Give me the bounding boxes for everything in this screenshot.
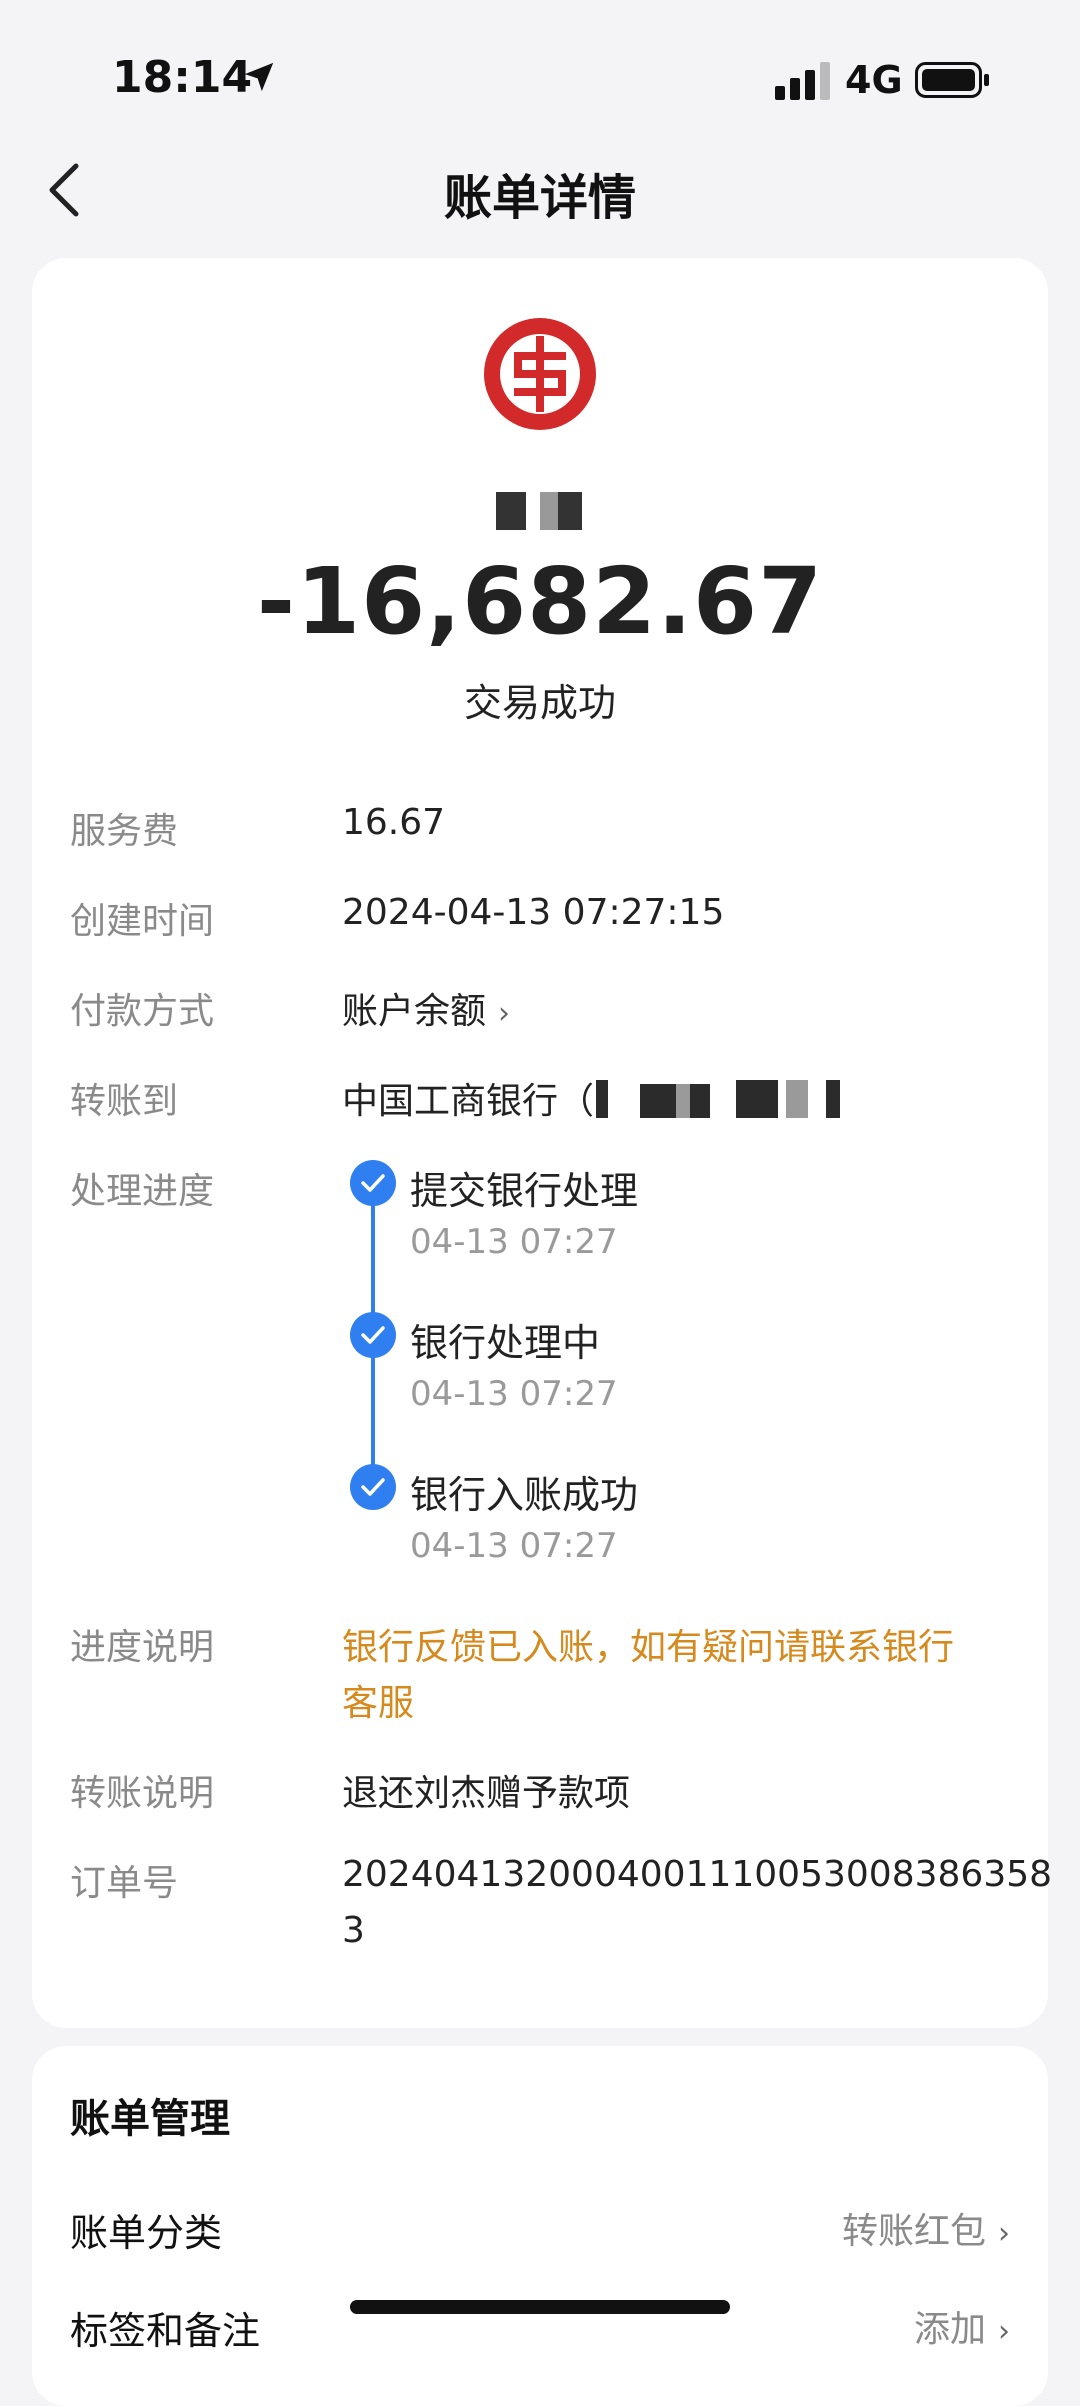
transaction-status: 交易成功 [463,681,616,725]
created-time-label: 创建时间 [70,901,215,942]
step-title: 银行入账成功 [410,1473,639,1517]
transfer-to-label: 转账到 [70,1081,179,1122]
status-time: 18:14 [112,52,253,103]
payee-name-redacted [492,492,592,532]
payment-method-link[interactable]: 账户余额 › [342,982,510,1034]
category-link[interactable]: 转账红包 › [842,2202,1010,2254]
created-time-value: 2024-04-13 07:27:15 [342,892,725,933]
tags-value: 添加 [913,2309,986,2350]
progress-label: 处理进度 [70,1171,215,1212]
network-type: 4G [845,58,903,102]
signal-icon [775,62,830,100]
step-time: 04-13 07:27 [410,1526,618,1566]
category-label: 账单分类 [70,2211,223,2255]
icbc-logo-icon [484,318,596,430]
progress-note-label: 进度说明 [70,1627,215,1668]
step-title: 提交银行处理 [410,1169,639,1213]
check-icon [350,1160,396,1206]
step-time: 04-13 07:27 [410,1374,618,1414]
home-indicator [350,2300,730,2314]
account-redaction [640,1084,710,1118]
order-number-label: 订单号 [70,1863,179,1904]
check-icon [350,1312,396,1358]
battery-icon [915,62,989,98]
step-title: 银行处理中 [410,1321,601,1365]
order-number-line2: 3 [342,1910,365,1951]
tags-link[interactable]: 添加 › [914,2300,1010,2352]
nav-bar: 账单详情 [0,150,1080,230]
progress-note-line2: 客服 [342,1683,415,1724]
transaction-amount: -16,682.67 [256,548,824,655]
tags-label: 标签和备注 [70,2309,261,2353]
memo-label: 转账说明 [70,1773,215,1814]
chevron-right-icon: › [498,996,511,1031]
check-icon [350,1464,396,1510]
payment-method-label: 付款方式 [70,991,215,1032]
account-redaction [786,1080,808,1118]
progress-note-line1: 银行反馈已入账，如有疑问请联系银行 [342,1627,955,1668]
payment-method-value: 账户余额 [342,991,487,1032]
category-value: 转账红包 [841,2211,986,2252]
transfer-to-value: 中国工商银行（ [342,1081,595,1122]
management-title: 账单管理 [70,2096,230,2142]
order-number-line1: 2024041320004001110053008386358 [342,1854,1053,1895]
fee-label: 服务费 [70,811,179,852]
fee-value: 16.67 [342,802,446,843]
chevron-right-icon: › [998,2216,1010,2251]
account-redaction [676,1084,690,1118]
account-redaction [596,1080,608,1118]
page-title: 账单详情 [443,170,636,226]
location-arrow-icon [244,62,274,92]
memo-value: 退还刘杰赠予款项 [342,1773,631,1814]
chevron-right-icon: › [998,2314,1010,2349]
step-time: 04-13 07:27 [410,1222,618,1262]
account-redaction [736,1080,778,1118]
status-bar: 18:14 4G [0,0,1080,160]
account-redaction [826,1080,840,1118]
